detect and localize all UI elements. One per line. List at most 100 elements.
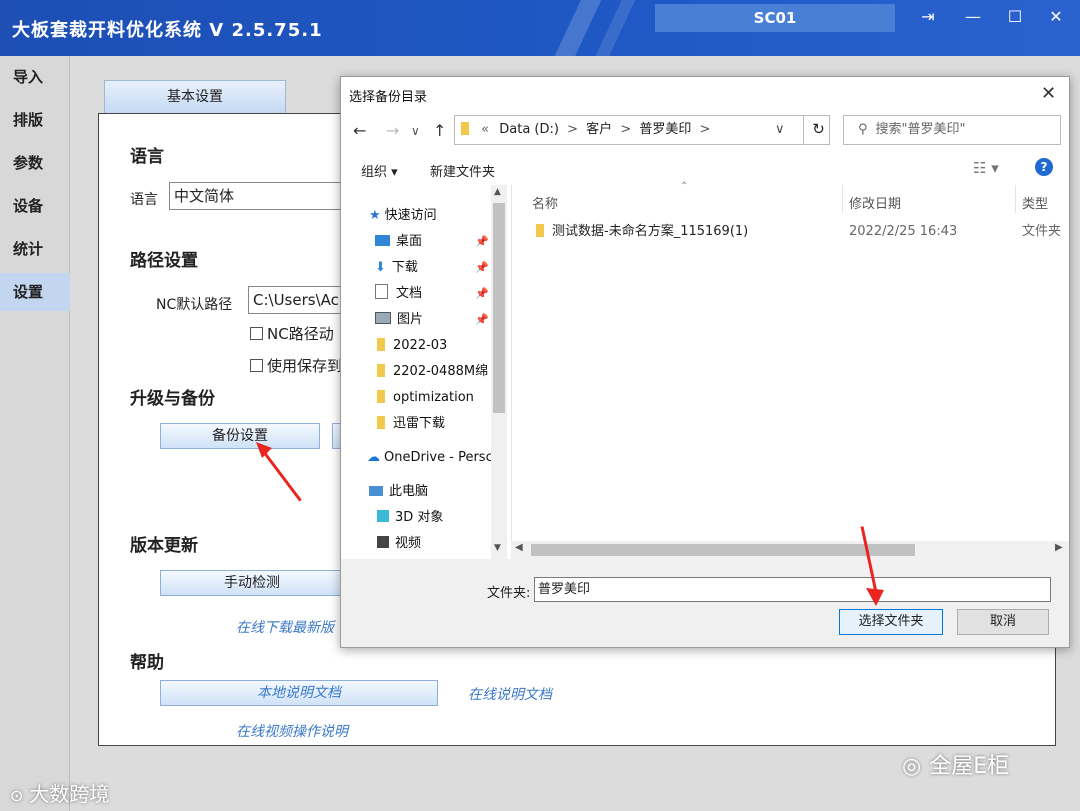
- scroll-up-icon[interactable]: ▲: [494, 187, 501, 197]
- cancel-button[interactable]: 取消: [957, 609, 1049, 635]
- tree-label: 下载: [391, 260, 418, 275]
- column-divider: [842, 185, 843, 213]
- tree-item-videos[interactable]: 视频: [377, 533, 421, 555]
- tree-scroll-thumb[interactable]: [493, 203, 505, 413]
- nc-path-auto-checkbox[interactable]: NC路径动: [250, 323, 334, 344]
- backup-settings-button[interactable]: 备份设置: [160, 423, 320, 449]
- scroll-right-icon[interactable]: ▶: [1055, 542, 1063, 553]
- pin-icon: 📌: [475, 313, 489, 326]
- new-folder-button[interactable]: 新建文件夹: [430, 161, 495, 180]
- picture-icon: [375, 312, 391, 324]
- app-title: 大板套裁开料优化系统 V 2.5.75.1: [12, 20, 323, 41]
- tree-item-folder[interactable]: 2022-03: [377, 335, 447, 357]
- address-bar[interactable]: « Data (D:) > 客户 > 普罗美印 > ∨: [454, 115, 830, 145]
- tree-item-downloads[interactable]: ⬇ 下载 📌: [375, 257, 495, 279]
- tree-label: 桌面: [396, 234, 423, 249]
- minimize-button[interactable]: —: [955, 4, 991, 30]
- search-placeholder: 搜索"普罗美印": [875, 122, 966, 137]
- select-folder-button[interactable]: 选择文件夹: [839, 609, 943, 635]
- title-decoration: [540, 0, 650, 56]
- history-dropdown-icon[interactable]: ∨: [411, 124, 420, 138]
- back-arrow-icon[interactable]: ←: [353, 121, 366, 140]
- breadcrumb-drive[interactable]: Data (D:): [499, 122, 559, 137]
- tree-item-folder[interactable]: optimization: [377, 387, 474, 409]
- search-icon: ⚲: [858, 122, 868, 137]
- path-heading: 路径设置: [130, 251, 198, 271]
- tree-label: 2022-03: [393, 338, 448, 353]
- organize-menu[interactable]: 组织 ▾: [361, 161, 398, 180]
- tree-item-documents[interactable]: 文档 📌: [375, 283, 495, 305]
- tree-label: OneDrive - Persc: [384, 450, 491, 465]
- nc-path-auto-text: NC路径动: [267, 325, 334, 343]
- folder-name-input[interactable]: 普罗美印: [534, 577, 1051, 602]
- maximize-button[interactable]: ☐: [997, 4, 1033, 30]
- address-dropdown-icon[interactable]: ∨: [775, 116, 785, 144]
- tree-scrollbar[interactable]: ▲ ▼: [491, 185, 507, 559]
- file-row[interactable]: 测试数据-未命名方案_115169(1) 2022/2/25 16:43 文件夹: [512, 221, 1070, 243]
- dialog-close-button[interactable]: ✕: [1041, 83, 1056, 104]
- tree-item-3d-objects[interactable]: 3D 对象: [377, 507, 443, 529]
- tree-label: 此电脑: [389, 484, 429, 499]
- breadcrumb-overflow[interactable]: «: [481, 122, 489, 137]
- tree-item-desktop[interactable]: 桌面 📌: [375, 231, 495, 253]
- scroll-down-icon[interactable]: ▼: [494, 543, 501, 553]
- select-folder-dialog: 选择备份目录 ✕ ← → ∨ ↑ « Data (D:) > 客户 > 普罗美印…: [340, 76, 1070, 648]
- nav-item-layout[interactable]: 排版: [0, 101, 70, 139]
- watermark-left: ⊙ 大数跨境: [10, 778, 109, 807]
- navigation-tree: ★ 快速访问 桌面 📌 ⬇ 下载 📌 文档 📌 图片 📌 2022-03 2202-0488…: [341, 185, 509, 559]
- tree-item-folder[interactable]: 迅雷下载: [377, 413, 445, 435]
- tree-item-folder[interactable]: 2202-0488M绵: [377, 361, 491, 383]
- nc-path-input[interactable]: C:\Users\Ac: [248, 286, 344, 314]
- online-video-link[interactable]: 在线视频操作说明: [236, 721, 348, 741]
- search-input[interactable]: ⚲ 搜索"普罗美印": [843, 115, 1061, 145]
- column-name[interactable]: 名称: [532, 193, 558, 212]
- refresh-icon[interactable]: ↻: [803, 115, 833, 145]
- language-select[interactable]: 中文简体: [169, 182, 344, 210]
- file-scroll-thumb[interactable]: [531, 544, 915, 556]
- tree-label: 文档: [396, 286, 423, 301]
- file-list: ⌃ 名称 修改日期 类型 测试数据-未命名方案_115169(1) 2022/2…: [511, 181, 1070, 559]
- nav-item-device[interactable]: 设备: [0, 187, 70, 225]
- logout-icon[interactable]: ⇥: [910, 4, 946, 30]
- nav-item-import[interactable]: 导入: [0, 58, 70, 96]
- folder-icon: [377, 338, 385, 351]
- tree-label: 图片: [397, 312, 424, 327]
- user-code-badge: SC01: [655, 4, 895, 32]
- folder-icon: [377, 416, 385, 429]
- tree-item-quick-access[interactable]: ★ 快速访问: [369, 205, 437, 227]
- nav-item-settings[interactable]: 设置: [0, 273, 70, 311]
- file-name: 测试数据-未命名方案_115169(1): [552, 224, 749, 239]
- folder-label: 文件夹:: [487, 586, 531, 601]
- view-options-icon[interactable]: ☷ ▾: [973, 159, 999, 177]
- tree-item-onedrive[interactable]: ☁ OneDrive - Persc: [367, 447, 491, 469]
- annotation-arrowhead: [866, 588, 884, 606]
- tree-item-this-pc[interactable]: 此电脑: [369, 481, 428, 503]
- tree-label: 2202-0488M绵: [393, 364, 489, 379]
- online-doc-link[interactable]: 在线说明文档: [468, 684, 552, 704]
- language-label: 语言: [130, 192, 158, 208]
- close-button[interactable]: ✕: [1038, 4, 1074, 30]
- forward-arrow-icon[interactable]: →: [386, 121, 399, 140]
- breadcrumb-sep: >: [620, 122, 632, 137]
- column-type[interactable]: 类型: [1022, 193, 1048, 212]
- up-arrow-icon[interactable]: ↑: [433, 121, 446, 140]
- local-doc-button[interactable]: 本地说明文档: [160, 680, 438, 706]
- nav-item-stats[interactable]: 统计: [0, 230, 70, 268]
- tree-item-pictures[interactable]: 图片 📌: [375, 309, 495, 331]
- sort-indicator-icon: ⌃: [680, 181, 689, 192]
- column-modified[interactable]: 修改日期: [849, 193, 901, 212]
- nav-item-params[interactable]: 参数: [0, 144, 70, 182]
- file-type: 文件夹: [1022, 224, 1062, 239]
- file-list-scrollbar[interactable]: ◀ ▶: [511, 541, 1069, 559]
- use-saved-checkbox[interactable]: 使用保存到: [250, 355, 342, 376]
- left-nav: 导入 排版 参数 设备 统计 设置: [0, 56, 70, 811]
- tab-basic-settings[interactable]: 基本设置: [104, 80, 286, 114]
- help-icon[interactable]: ?: [1035, 158, 1053, 176]
- breadcrumb-customer[interactable]: 客户: [586, 122, 612, 137]
- breadcrumb-current[interactable]: 普罗美印: [639, 122, 691, 137]
- pin-icon: 📌: [475, 235, 489, 248]
- online-download-link[interactable]: 在线下载最新版: [236, 617, 340, 637]
- folder-icon: [377, 364, 385, 377]
- manual-check-button[interactable]: 手动检测: [160, 570, 344, 596]
- scroll-left-icon[interactable]: ◀: [515, 542, 523, 553]
